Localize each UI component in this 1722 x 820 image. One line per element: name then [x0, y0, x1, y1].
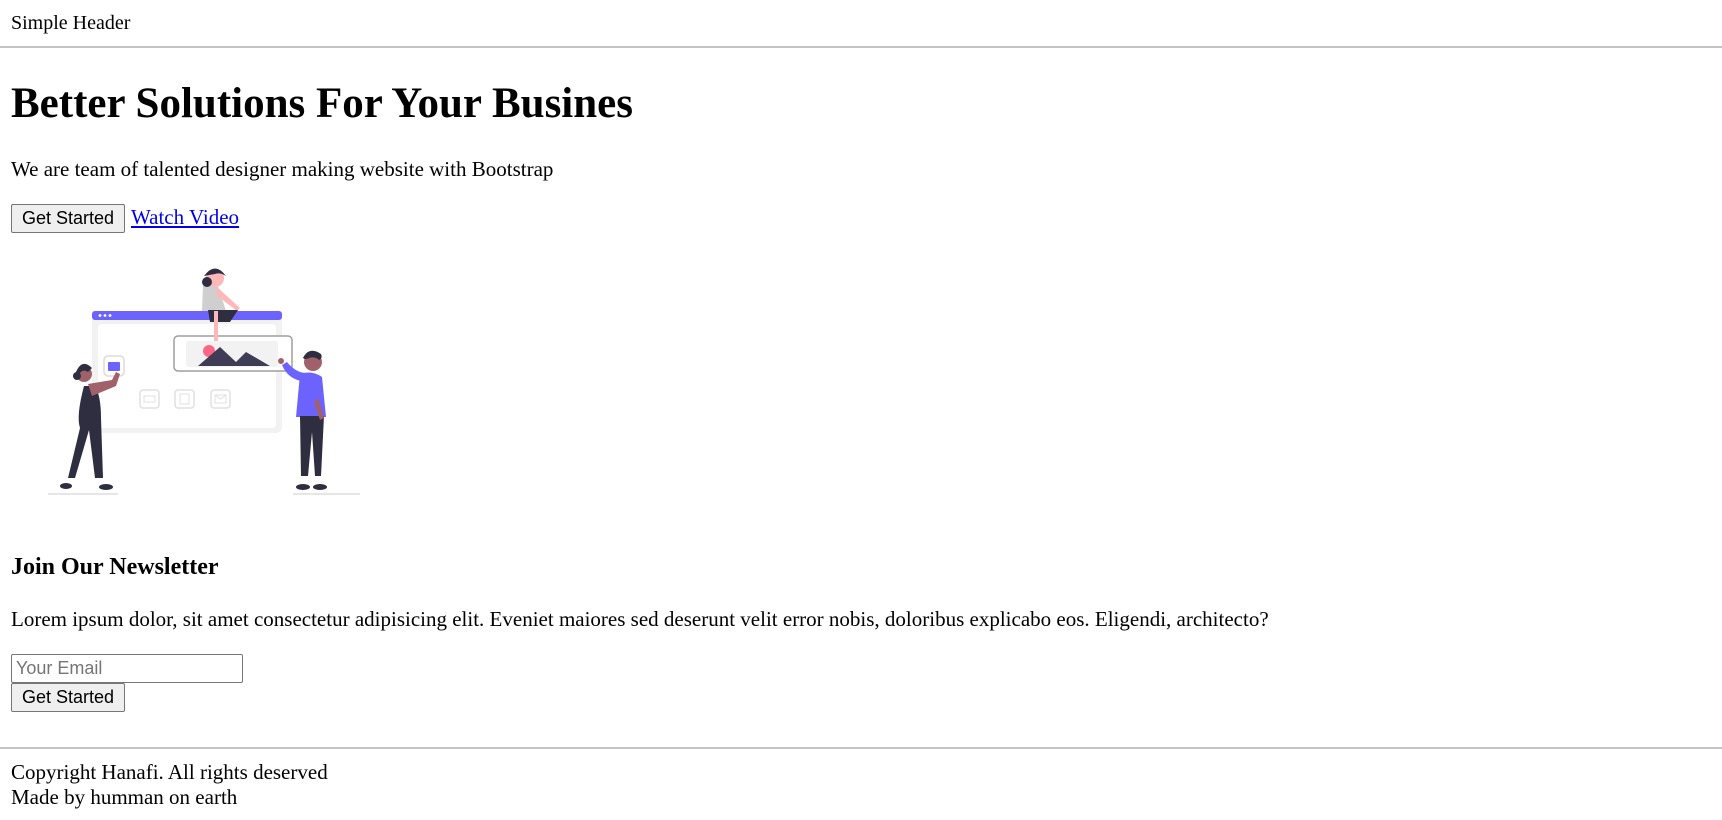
newsletter-get-started-button[interactable]: Get Started	[11, 683, 126, 712]
team-collaboration-illustration	[48, 268, 360, 495]
footer-divider	[0, 747, 1722, 749]
image-card-graphic	[173, 335, 293, 372]
watch-video-link[interactable]: Watch Video	[131, 204, 239, 231]
footer-made-by: Made by humman on earth	[11, 785, 238, 809]
header-divider	[0, 46, 1722, 48]
newsletter-description: Lorem ipsum dolor, sit amet consectetur …	[11, 607, 1269, 631]
site-header-title: Simple Header	[11, 12, 131, 34]
get-started-button[interactable]: Get Started	[11, 204, 126, 233]
footer-copyright: Copyright Hanafi. All rights deserved	[11, 760, 328, 784]
newsletter-title: Join Our Newsletter	[11, 554, 219, 580]
email-input[interactable]	[11, 654, 243, 683]
hero-title: Better Solutions For Your Busines	[11, 80, 633, 127]
hero-subtitle: We are team of talented designer making …	[11, 157, 554, 181]
